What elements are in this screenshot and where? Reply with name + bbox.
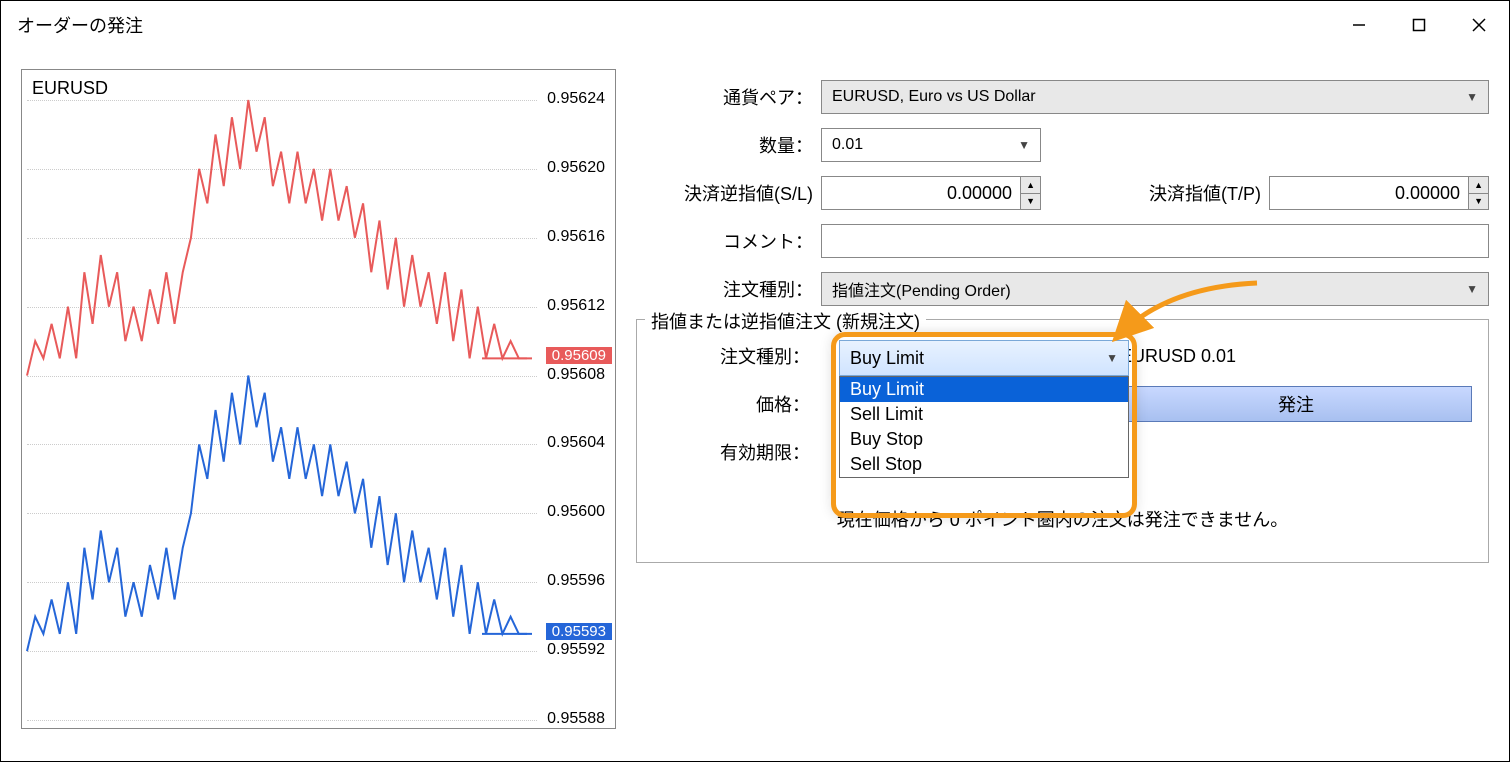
pending-type-value: Buy Limit xyxy=(850,348,924,369)
spin-up-icon[interactable]: ▲ xyxy=(1469,177,1488,194)
pending-type-dropdown[interactable]: Buy Limit ▼ Buy LimitSell LimitBuy StopS… xyxy=(839,340,1129,478)
window-title: オーダーの発注 xyxy=(17,12,143,38)
order-type-value: 指値注文(Pending Order) xyxy=(832,277,1011,301)
chart-tick-label: 0.95588 xyxy=(547,710,605,728)
chart-area: 0.95624 0.95620 0.95616 0.95612 0.95608 0.956… xyxy=(22,70,615,728)
order-form: 通貨ペア： EURUSD, Euro vs US Dollar ▼ 数量： 0.… xyxy=(636,69,1489,761)
order-type-select[interactable]: 指値注文(Pending Order) ▼ xyxy=(821,272,1489,306)
minimize-button[interactable] xyxy=(1329,1,1389,49)
price-tag-ask: 0.95609 xyxy=(546,347,612,364)
volume-value: 0.01 xyxy=(832,136,863,154)
spin-down-icon[interactable]: ▼ xyxy=(1469,194,1488,210)
chart-tick-label: 0.95608 xyxy=(547,366,605,384)
chevron-down-icon: ▼ xyxy=(1018,138,1030,152)
pending-type-option[interactable]: Sell Limit xyxy=(840,402,1128,427)
label-pending-type: 注文種別： xyxy=(653,343,818,369)
row-volume: 数量： 0.01 ▼ xyxy=(636,127,1489,163)
label-symbol: 通貨ペア： xyxy=(636,84,821,110)
chevron-down-icon: ▼ xyxy=(1106,351,1118,365)
price-chart: EURUSD 0.956240.956200.956160.956120.956… xyxy=(21,69,616,729)
label-comment: コメント： xyxy=(636,228,821,254)
tp-field[interactable] xyxy=(1270,177,1468,209)
row-comment: コメント： xyxy=(636,223,1489,259)
label-tp: 決済指値(T/P) xyxy=(1041,180,1269,206)
pending-order-fieldset: 指値または逆指値注文 (新規注文) 注文種別： EURUSD 0.01 Buy … xyxy=(636,319,1489,563)
spin-down-icon[interactable]: ▼ xyxy=(1021,194,1040,210)
sl-input[interactable]: ▲▼ xyxy=(821,176,1041,210)
label-sl: 決済逆指値(S/L) xyxy=(636,180,821,206)
chart-tick-label: 0.95624 xyxy=(547,90,605,108)
tp-input[interactable]: ▲▼ xyxy=(1269,176,1489,210)
pending-type-options[interactable]: Buy LimitSell LimitBuy StopSell Stop xyxy=(839,376,1129,478)
content-area: EURUSD 0.956240.956200.956160.956120.956… xyxy=(1,49,1509,761)
symbol-select[interactable]: EURUSD, Euro vs US Dollar ▼ xyxy=(821,80,1489,114)
label-type: 注文種別： xyxy=(636,276,821,302)
row-symbol: 通貨ペア： EURUSD, Euro vs US Dollar ▼ xyxy=(636,79,1489,115)
row-sltp: 決済逆指値(S/L) ▲▼ 決済指値(T/P) ▲▼ xyxy=(636,175,1489,211)
titlebar: オーダーの発注 xyxy=(1,1,1509,49)
row-type: 注文種別： 指値注文(Pending Order) ▼ xyxy=(636,271,1489,307)
chart-tick-label: 0.95600 xyxy=(547,503,605,521)
chevron-down-icon: ▼ xyxy=(1466,90,1478,104)
pending-legend: 指値または逆指値注文 (新規注文) xyxy=(645,308,926,334)
window-controls xyxy=(1329,1,1509,49)
order-window: オーダーの発注 EURUSD 0.956240.956200.956160.95… xyxy=(0,0,1510,762)
order-note: 現在価格から 0 ポイント圏内の注文は発注できません。 xyxy=(653,506,1472,532)
chart-tick-label: 0.95604 xyxy=(547,434,605,452)
close-button[interactable] xyxy=(1449,1,1509,49)
pending-type-option[interactable]: Sell Stop xyxy=(840,452,1128,477)
label-volume: 数量： xyxy=(636,132,821,158)
label-price: 価格： xyxy=(653,391,818,417)
pending-type-select[interactable]: Buy Limit ▼ xyxy=(839,340,1129,376)
comment-input[interactable] xyxy=(821,224,1489,258)
chart-tick-label: 0.95616 xyxy=(547,228,605,246)
chart-tick-label: 0.95592 xyxy=(547,641,605,659)
chart-tick-label: 0.95620 xyxy=(547,159,605,177)
row-pending-type: 注文種別： EURUSD 0.01 Buy Limit ▼ Buy LimitS… xyxy=(653,338,1472,374)
sl-field[interactable] xyxy=(822,177,1020,209)
spin-up-icon[interactable]: ▲ xyxy=(1021,177,1040,194)
sl-spinner[interactable]: ▲▼ xyxy=(1020,177,1040,209)
chevron-down-icon: ▼ xyxy=(1466,282,1478,296)
volume-select[interactable]: 0.01 ▼ xyxy=(821,128,1041,162)
price-tag-bid: 0.95593 xyxy=(546,623,612,640)
chart-tick-label: 0.95612 xyxy=(547,297,605,315)
pending-type-option[interactable]: Buy Stop xyxy=(840,427,1128,452)
pending-type-option[interactable]: Buy Limit xyxy=(840,377,1128,402)
chart-tick-label: 0.95596 xyxy=(547,572,605,590)
place-order-button[interactable]: 発注 xyxy=(1120,386,1472,422)
tp-spinner[interactable]: ▲▼ xyxy=(1468,177,1488,209)
maximize-button[interactable] xyxy=(1389,1,1449,49)
symbol-select-value: EURUSD, Euro vs US Dollar xyxy=(832,88,1036,106)
label-expiry: 有効期限： xyxy=(653,439,818,465)
